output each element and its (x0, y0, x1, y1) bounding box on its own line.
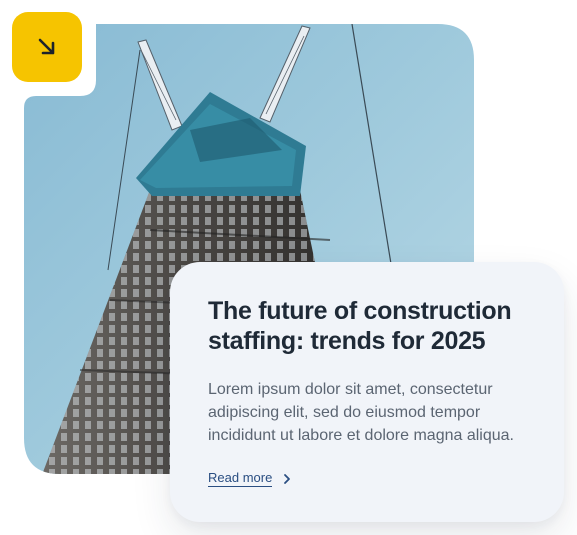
article-card: The future of construction staffing: tre… (170, 262, 564, 522)
arrow-badge-button[interactable] (12, 12, 82, 82)
article-title: The future of construction staffing: tre… (208, 297, 512, 355)
read-more-label: Read more (208, 470, 273, 487)
article-teaser: The future of construction staffing: tre… (0, 0, 577, 535)
read-more-link[interactable]: Read more (208, 470, 292, 487)
article-excerpt: Lorem ipsum dolor sit amet, consectetur … (208, 381, 514, 444)
chevron-right-icon (284, 473, 291, 484)
arrow-down-right-icon (38, 38, 55, 55)
